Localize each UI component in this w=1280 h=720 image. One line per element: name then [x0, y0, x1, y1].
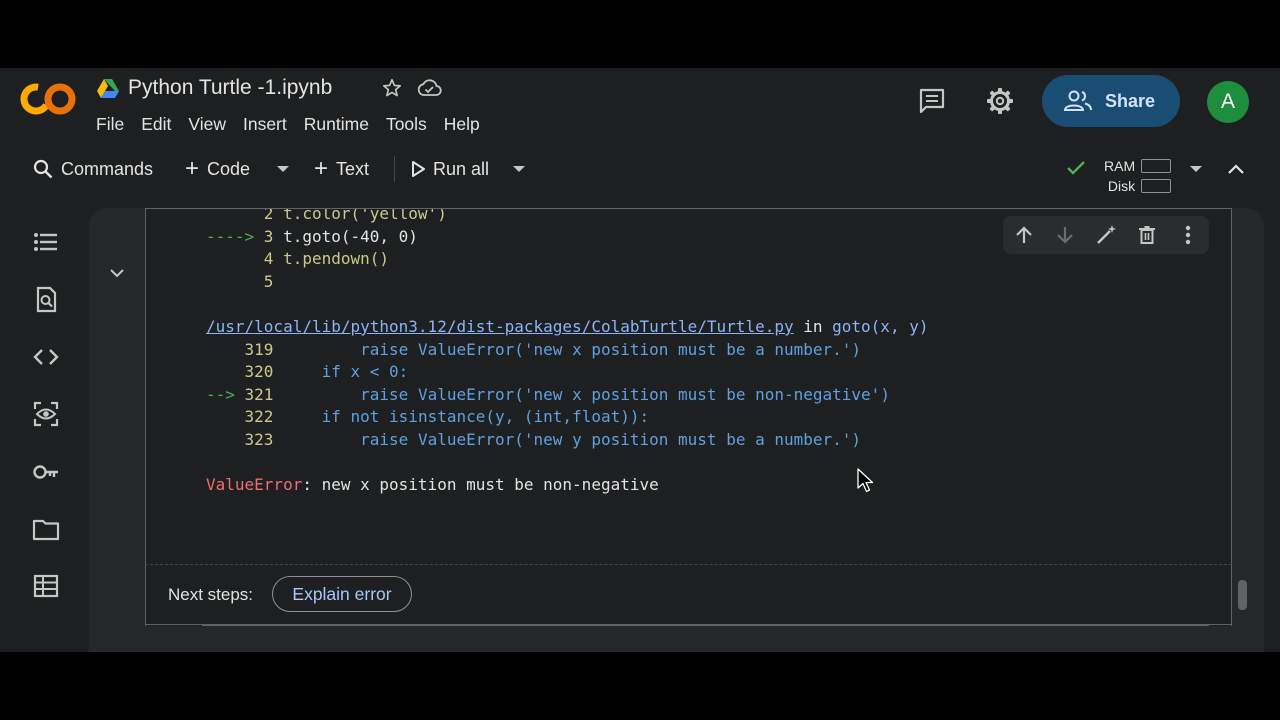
caret-down-icon: [1190, 166, 1202, 172]
menu-file[interactable]: File: [96, 114, 124, 135]
traceback-line: raise ValueError('new x position must be…: [360, 384, 890, 404]
add-code-button[interactable]: + Code: [185, 146, 250, 192]
delete-cell-button[interactable]: [1127, 216, 1168, 254]
cloud-saved-icon[interactable]: [416, 78, 442, 98]
arrow-down-icon: [1057, 227, 1073, 244]
share-label: Share: [1105, 90, 1156, 111]
colab-logo[interactable]: [20, 82, 76, 116]
run-all-label: Run all: [433, 158, 490, 179]
search-icon: [33, 159, 53, 179]
menu-edit[interactable]: Edit: [141, 114, 171, 135]
traceback-line: if x < 0:: [321, 362, 409, 382]
people-icon: [1063, 90, 1092, 111]
settings-gear-icon[interactable]: [985, 86, 1015, 116]
error-message: : new x position must be non-negative: [302, 475, 659, 495]
traceback-line: 4 t.pendown(): [206, 249, 390, 269]
more-options-button[interactable]: [1168, 216, 1209, 254]
data-table-icon[interactable]: [31, 571, 61, 601]
move-down-button[interactable]: [1044, 216, 1085, 254]
toolbar-divider: [394, 156, 395, 182]
run-all-dropdown[interactable]: [513, 146, 525, 192]
mouse-pointer-icon: [857, 468, 874, 493]
traceback-arrow: ---->: [206, 226, 264, 246]
table-of-contents-icon[interactable]: [31, 227, 61, 257]
play-icon: [412, 161, 425, 177]
traceback-code: 2 t.color('yellow') ----> 3 t.goto(-40, …: [206, 208, 929, 497]
traceback-line: if not isinstance(y, (int,float)):: [321, 407, 650, 427]
menu-runtime[interactable]: Runtime: [304, 114, 369, 135]
commands-label: Commands: [61, 158, 154, 179]
menu-help[interactable]: Help: [444, 114, 480, 135]
colab-window: Python Turtle -1.ipynb File Edit View In…: [0, 68, 1280, 652]
menu-bar: File Edit View Insert Runtime Tools Help: [96, 114, 497, 135]
trash-icon: [1139, 226, 1156, 244]
user-avatar[interactable]: A: [1207, 81, 1249, 123]
text-label: Text: [336, 158, 370, 179]
explain-error-button[interactable]: Explain error: [272, 576, 412, 612]
resource-labels[interactable]: RAM Disk: [1104, 156, 1135, 196]
resources-dropdown[interactable]: [1190, 146, 1202, 192]
next-steps-label: Next steps:: [168, 585, 254, 604]
share-button[interactable]: Share: [1042, 75, 1180, 127]
arrow-up-icon: [1015, 226, 1032, 243]
vertical-scrollbar[interactable]: [1238, 580, 1247, 610]
traceback-file-link[interactable]: /usr/local/lib/python3.12/dist-packages/…: [206, 317, 794, 336]
traceback-line: t.goto(-40, 0): [273, 226, 418, 246]
secrets-key-icon[interactable]: [31, 457, 61, 487]
traceback-line: raise ValueError('new y position must be…: [360, 429, 862, 449]
code-snippets-icon[interactable]: [31, 342, 61, 372]
menu-view[interactable]: View: [188, 114, 226, 135]
plus-icon: +: [314, 155, 329, 182]
traceback-line: 2 t.color('yellow'): [206, 208, 447, 223]
code-label: Code: [207, 158, 251, 179]
collapse-output-chevron-icon[interactable]: [108, 264, 126, 282]
ram-meter: [1141, 159, 1171, 173]
cell-toolbar: [1003, 216, 1209, 254]
add-code-dropdown[interactable]: [277, 146, 289, 192]
edit-ai-button[interactable]: [1085, 216, 1126, 254]
caret-down-icon: [277, 166, 289, 172]
more-vert-icon: [1186, 225, 1191, 245]
commands-button[interactable]: Commands: [33, 146, 153, 192]
menu-insert[interactable]: Insert: [243, 114, 287, 135]
error-name: ValueError: [206, 475, 303, 495]
disk-meter: [1141, 179, 1171, 193]
traceback-line-number: 322: [206, 407, 274, 427]
traceback-line: 5: [206, 271, 274, 291]
menu-tools[interactable]: Tools: [386, 114, 427, 135]
move-up-button[interactable]: [1003, 216, 1044, 254]
notebook-title[interactable]: Python Turtle -1.ipynb: [128, 76, 332, 100]
variables-icon[interactable]: [31, 399, 61, 429]
run-all-button[interactable]: Run all: [411, 146, 489, 192]
chevron-up-icon: [1228, 164, 1244, 174]
find-replace-icon[interactable]: [31, 285, 61, 315]
files-folder-icon[interactable]: [31, 514, 61, 544]
traceback-line: raise ValueError('new x position must be…: [360, 339, 862, 359]
ram-label: RAM: [1104, 158, 1136, 174]
google-drive-icon[interactable]: [97, 79, 119, 99]
plus-icon: +: [185, 155, 200, 182]
traceback-in: in: [793, 316, 833, 336]
collapse-header-button[interactable]: [1228, 146, 1244, 192]
magic-pen-icon: [1097, 225, 1116, 244]
traceback-line-number: 323: [206, 429, 274, 449]
connected-check-icon: [1067, 161, 1085, 175]
traceback-line-number: 319: [206, 339, 274, 359]
notebook-toolbar: Commands + Code + Text Run all RAM Disk: [0, 146, 1280, 194]
comment-icon[interactable]: [917, 86, 947, 116]
traceback-line-number: 320: [206, 362, 274, 382]
disk-label: Disk: [1107, 178, 1136, 194]
caret-down-icon: [513, 166, 525, 172]
traceback-arrow: -->: [206, 384, 245, 404]
traceback-function: goto(x, y): [832, 316, 929, 336]
traceback-line-number: 3: [263, 226, 274, 246]
add-text-button[interactable]: + Text: [314, 146, 369, 192]
next-steps-bar: Next steps: Explain error: [145, 564, 1232, 625]
traceback-line-number: 321: [244, 384, 274, 404]
star-icon[interactable]: [381, 77, 403, 99]
